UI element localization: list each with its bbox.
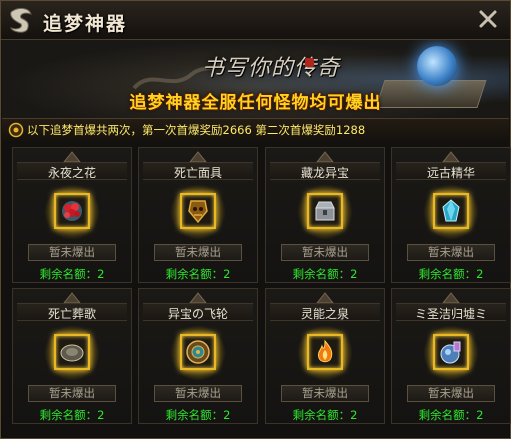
artifact-card: 异宝の飞轮 暂未爆出 剩余名额：2 (138, 288, 258, 424)
remaining-quota: 剩余名额：2 (418, 408, 484, 422)
golden-mask-icon (188, 200, 208, 224)
status-button[interactable]: 暂未爆出 (281, 244, 369, 261)
remaining-quota: 剩余名额：2 (165, 267, 231, 281)
artifact-name: 远古精华 (426, 166, 475, 180)
item-slot[interactable] (433, 193, 469, 229)
remaining-quota: 剩余名额：2 (39, 267, 105, 281)
status-button[interactable]: 暂未爆出 (154, 385, 242, 402)
dragon-emblem-icon (10, 7, 32, 33)
remaining-quota: 剩余名额：2 (292, 267, 358, 281)
banner-tagline: 追梦神器全服任何怪物均可爆出 (129, 93, 382, 113)
status-button[interactable]: 暂未爆出 (407, 385, 495, 402)
bronze-wheel-icon (186, 340, 210, 364)
item-slot[interactable] (180, 193, 216, 229)
artifact-card: 灵能之泉 暂未爆出 剩余名额：2 (265, 288, 385, 424)
item-slot[interactable] (180, 334, 216, 370)
flame-spring-icon (317, 339, 333, 363)
artifact-card: 远古精华 暂未爆出 剩余名额：2 (391, 147, 511, 283)
close-x-icon[interactable] (476, 7, 500, 31)
status-button[interactable]: 暂未爆出 (281, 385, 369, 402)
title-bar: 追梦神器 (1, 1, 510, 40)
remaining-quota: 剩余名额：2 (39, 408, 105, 422)
potion-orb-icon (440, 341, 461, 364)
artifact-name: 异宝の飞轮 (167, 307, 228, 321)
status-button[interactable]: 暂未爆出 (407, 244, 495, 261)
banner-calligraphy: 书写你的传奇 (202, 56, 341, 81)
artifact-name: 死亡面具 (173, 166, 222, 180)
artifact-card: 死亡面具 暂未爆出 剩余名额：2 (138, 147, 258, 283)
red-seal-icon (305, 58, 314, 67)
item-slot[interactable] (307, 193, 343, 229)
artifact-name: 永夜之花 (47, 166, 96, 180)
info-text: 以下追梦首爆共两次，第一次首爆奖励2666 第二次首爆奖励1288 (27, 123, 366, 137)
status-button[interactable]: 暂未爆出 (154, 244, 242, 261)
banner: 书写你的传奇 追梦神器全服任何怪物均可爆出 (2, 40, 509, 118)
artifact-window: 追梦神器 书写你的传奇 追梦神器全服任何怪物均可爆出 以下追梦首爆共两次，第一次… (0, 0, 511, 439)
item-slot[interactable] (307, 334, 343, 370)
artifact-card: 永夜之花 暂未爆出 剩余名额：2 (12, 147, 132, 283)
item-slot[interactable] (54, 334, 90, 370)
remaining-quota: 剩余名额：2 (165, 408, 231, 422)
stone-disc-icon (60, 344, 84, 362)
artifact-card: 死亡葬歌 暂未爆出 剩余名额：2 (12, 288, 132, 424)
artifact-card: ミ圣洁归墟ミ 暂未爆出 剩余名额：2 (391, 288, 511, 424)
silver-chest-icon (315, 201, 335, 221)
red-flower-icon (62, 201, 82, 221)
crystal-orb-icon (417, 46, 457, 86)
artifact-name: 藏龙异宝 (300, 166, 349, 180)
window-title: 追梦神器 (43, 13, 128, 35)
status-button[interactable]: 暂未爆出 (28, 385, 116, 402)
item-slot[interactable] (54, 193, 90, 229)
artifact-name: 灵能之泉 (300, 307, 349, 321)
item-slot[interactable] (433, 334, 469, 370)
blue-crystal-icon (442, 199, 460, 222)
gold-coin-icon (8, 122, 24, 138)
info-bar: 以下追梦首爆共两次，第一次首爆奖励2666 第二次首爆奖励1288 (2, 118, 509, 142)
artifact-card: 藏龙异宝 暂未爆出 剩余名额：2 (265, 147, 385, 283)
artifact-name: 死亡葬歌 (47, 307, 96, 321)
status-button[interactable]: 暂未爆出 (28, 244, 116, 261)
remaining-quota: 剩余名额：2 (292, 408, 358, 422)
artifact-name: ミ圣洁归墟ミ (414, 307, 487, 321)
remaining-quota: 剩余名额：2 (418, 267, 484, 281)
